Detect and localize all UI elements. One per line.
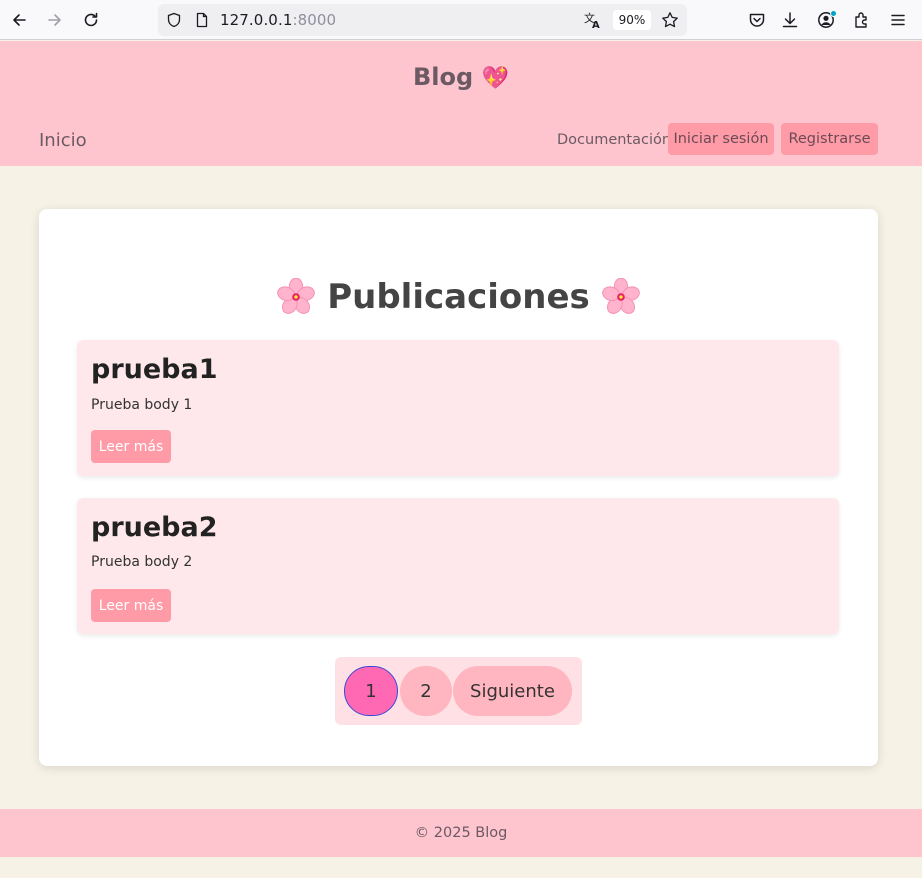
shield-icon[interactable] bbox=[166, 12, 182, 28]
back-icon[interactable] bbox=[7, 8, 31, 32]
url-bar[interactable]: 127.0.0.1:8000 文A 90% bbox=[158, 4, 687, 36]
pagination: 1 2 Siguiente bbox=[335, 657, 582, 725]
read-more-button[interactable]: Leer más bbox=[91, 430, 171, 463]
post-body: Prueba body 2 bbox=[91, 554, 193, 570]
zoom-level[interactable]: 90% bbox=[613, 10, 651, 30]
nav-docs-link[interactable]: Documentación bbox=[557, 132, 671, 148]
page-heading: Publicaciones bbox=[39, 277, 878, 317]
menu-icon[interactable] bbox=[886, 8, 910, 32]
post-title[interactable]: prueba2 bbox=[91, 512, 218, 543]
register-button[interactable]: Registrarse bbox=[781, 123, 878, 155]
page-2-button[interactable]: 2 bbox=[400, 666, 452, 716]
site-header: Blog 💖 Inicio Documentación Iniciar sesi… bbox=[0, 41, 922, 166]
download-icon[interactable] bbox=[778, 8, 802, 32]
account-notification-dot bbox=[830, 10, 837, 17]
post-card: prueba2 Prueba body 2 Leer más bbox=[77, 498, 839, 634]
page-heading-text: Publicaciones bbox=[327, 277, 590, 317]
posts-card: Publicaciones prueba1 Prueba body 1 Leer… bbox=[39, 209, 878, 766]
browser-toolbar: 127.0.0.1:8000 文A 90% bbox=[0, 0, 922, 40]
pocket-icon[interactable] bbox=[745, 8, 769, 32]
cherry-blossom-icon bbox=[277, 278, 316, 314]
post-title[interactable]: prueba1 bbox=[91, 354, 218, 385]
forward-icon[interactable] bbox=[43, 8, 67, 32]
footer-copyright: © 2025 Blog bbox=[414, 825, 508, 841]
sparkling-heart-icon: 💖 bbox=[481, 66, 509, 91]
cherry-blossom-icon bbox=[601, 278, 640, 314]
translate-icon[interactable]: 文A bbox=[584, 11, 602, 29]
nav-home-link[interactable]: Inicio bbox=[39, 130, 87, 151]
post-body: Prueba body 1 bbox=[91, 397, 193, 413]
page-icon[interactable] bbox=[194, 12, 210, 28]
login-button[interactable]: Iniciar sesión bbox=[668, 123, 774, 155]
site-title[interactable]: Blog 💖 bbox=[0, 63, 922, 91]
url-port: :8000 bbox=[292, 11, 337, 29]
read-more-button[interactable]: Leer más bbox=[91, 589, 171, 622]
reload-icon[interactable] bbox=[79, 8, 103, 32]
bookmark-star-icon[interactable] bbox=[661, 11, 679, 29]
site-title-text: Blog bbox=[413, 63, 474, 91]
extensions-icon[interactable] bbox=[850, 8, 874, 32]
url-text[interactable]: 127.0.0.1:8000 bbox=[220, 11, 336, 29]
next-page-button[interactable]: Siguiente bbox=[453, 666, 572, 716]
url-host: 127.0.0.1 bbox=[220, 11, 293, 29]
post-card: prueba1 Prueba body 1 Leer más bbox=[77, 340, 839, 476]
page-1-button[interactable]: 1 bbox=[344, 666, 398, 716]
svg-text:A: A bbox=[592, 20, 600, 29]
site-footer: © 2025 Blog bbox=[0, 809, 922, 857]
